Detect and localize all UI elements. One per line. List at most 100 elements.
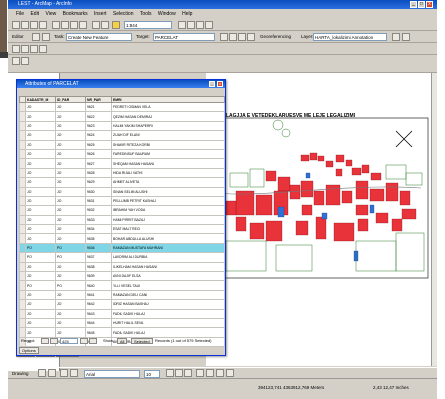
table-cell[interactable]: RAMAZAN MUSTAFA MUHRANI (111, 242, 225, 254)
table-cell[interactable]: 9627 (85, 158, 112, 169)
first-record-button[interactable] (41, 338, 49, 344)
table-cell[interactable]: JO (55, 177, 86, 188)
table-cell[interactable]: 9630 (85, 186, 112, 197)
table-cell[interactable]: 9622 (85, 111, 112, 122)
table-cell[interactable]: JO (25, 317, 56, 329)
options-button[interactable]: Options (19, 347, 39, 354)
table-cell[interactable]: JO (55, 130, 86, 141)
table-cell[interactable]: JO (55, 111, 86, 122)
table-row[interactable]: JO JO 9630 SINAN SELIM ALUSHI (19, 186, 225, 197)
table-cell[interactable]: JO (25, 111, 56, 122)
menu-bookmarks[interactable]: Bookmarks (63, 11, 88, 17)
table-row[interactable]: JO JO 9638 ILIKELHAM HASAN HASANI (19, 261, 225, 273)
dialog-minimize-button[interactable]: _ (209, 81, 215, 87)
table-cell[interactable]: JO (25, 308, 56, 320)
table-cell[interactable]: AHMET ALIVETA (111, 177, 225, 188)
table-cell[interactable]: ZIJAH DIF ELANI (111, 130, 225, 141)
font-size-combo[interactable]: 10 (144, 369, 160, 378)
menu-tools[interactable]: Tools (140, 11, 152, 17)
previous-record-button[interactable] (50, 338, 58, 344)
table-cell[interactable]: JO (55, 317, 86, 329)
table-row[interactable]: JO JO 9633 HAMI PIRRIT BAZAJ (19, 214, 225, 226)
table-cell[interactable]: 9637 (85, 252, 112, 263)
new-icon[interactable] (12, 21, 20, 29)
table-row[interactable]: JO JO 9628 HIDA RIJALI VATHI (19, 167, 225, 179)
table-cell[interactable]: JO (55, 214, 86, 226)
scale-combo[interactable]: 1:844 (124, 21, 172, 29)
edit-tool-icon[interactable] (32, 33, 40, 41)
table-cell[interactable]: IBRAHIM YAH VODA (111, 205, 225, 216)
table-cell[interactable]: JO (55, 167, 86, 179)
text-icon[interactable] (70, 369, 78, 377)
table-cell[interactable]: JO (25, 177, 56, 188)
table-cell[interactable]: 9642 (85, 299, 112, 310)
table-cell[interactable]: AVNI DAJIF ELSA (111, 271, 225, 282)
table-cell[interactable]: SHAKIR RITEZA KORBI (111, 139, 225, 150)
table-row[interactable]: JO JO 9621 FEDRETI OSMAN VELA (19, 101, 225, 113)
table-cell[interactable]: JO (25, 195, 56, 207)
table-cell[interactable]: JO (25, 158, 56, 169)
font-combo[interactable]: Arial (84, 369, 140, 378)
fill-color-icon[interactable] (206, 369, 214, 377)
menu-edit[interactable]: Edit (30, 11, 39, 17)
add-control-points-icon[interactable] (402, 33, 410, 41)
table-cell[interactable]: 9624 (85, 130, 112, 141)
rotate-tool-icon[interactable] (229, 33, 237, 41)
table-row[interactable]: JO JO 9634 ESAT MALT RECI (19, 224, 225, 235)
table-cell[interactable]: FADIL SADIK HULAJ (111, 308, 225, 320)
save-icon[interactable] (30, 21, 38, 29)
paste-icon[interactable] (70, 21, 78, 29)
table-cell[interactable]: JO (55, 120, 86, 132)
table-row[interactable]: JO JO 9632 IBRAHIM YAH VODA (19, 205, 225, 216)
rotate-icon[interactable] (392, 33, 400, 41)
table-cell[interactable]: ILIKELHAM HASAN HASANI (111, 261, 225, 273)
table-cell[interactable]: JO (25, 186, 56, 197)
table-cell[interactable]: 9633 (85, 214, 112, 226)
table-cell[interactable]: JO (55, 148, 86, 160)
table-row[interactable]: JO JO 9626 FAREDINSUF BAURAM (19, 148, 225, 160)
table-row[interactable]: JO JO 9645 FADIL SADIK HULAJ (19, 327, 225, 338)
open-icon[interactable] (21, 21, 29, 29)
table-cell[interactable]: FEDRETI OSMAN VELA (111, 101, 225, 113)
table-cell[interactable]: 9639 (85, 271, 112, 282)
table-cell[interactable]: JO (55, 299, 86, 310)
table-cell[interactable]: FADIL SADIK HULAJ (111, 327, 225, 338)
minimize-button[interactable]: _ (410, 1, 417, 8)
table-row[interactable]: PO PO 9640 YLLI VESEL TAUI (19, 280, 225, 291)
select-elements-icon[interactable] (12, 57, 20, 65)
table-cell[interactable]: JO (25, 139, 56, 150)
table-cell[interactable]: JO (25, 120, 56, 132)
table-cell[interactable]: HIDA RIJALI VATHI (111, 167, 225, 179)
delete-icon[interactable] (79, 21, 87, 29)
table-cell[interactable]: HALIM YAKIM SHAPERRI (111, 120, 225, 132)
table-row[interactable]: JO JO 9622 QEZIM HASAN DEMIRAJ (19, 111, 225, 122)
zoom-out-icon[interactable] (21, 45, 29, 53)
table-cell[interactable]: JO (25, 261, 56, 273)
table-cell[interactable]: JO (55, 158, 86, 169)
editor-toolbar-icon[interactable] (178, 21, 186, 29)
table-cell[interactable]: JO (55, 224, 86, 235)
table-row[interactable]: JO JO 9642 IDRIZ HASAN BASHAJ (19, 299, 225, 310)
menu-selection[interactable]: Selection (113, 11, 134, 17)
table-cell[interactable]: 9643 (85, 308, 112, 320)
last-record-button[interactable] (89, 338, 97, 344)
record-number-field[interactable]: 425 (60, 338, 78, 344)
help-icon[interactable] (205, 21, 213, 29)
table-cell[interactable]: JO (55, 195, 86, 207)
table-cell[interactable]: JO (55, 205, 86, 216)
table-cell[interactable]: JO (25, 148, 56, 160)
table-cell[interactable]: JO (25, 299, 56, 310)
pan-icon[interactable] (30, 45, 38, 53)
table-cell[interactable]: ESAT MALT RECI (111, 224, 225, 235)
table-row[interactable]: JO JO 9635 BOHAR ABDULLA ALUSHI (19, 233, 225, 244)
table-cell[interactable]: QEZIM HASAN DEMIRAJ (111, 111, 225, 122)
table-row[interactable]: JO JO 9631 PELLUMB PETRIT KASHAJ (19, 195, 225, 207)
table-cell[interactable]: 9632 (85, 205, 112, 216)
table-cell[interactable]: JO (25, 205, 56, 216)
table-row[interactable]: PO PO 9637 LAVDRIM ALI DURBIA (19, 252, 225, 263)
table-cell[interactable]: SHEQAM HASAN HASANI (111, 158, 225, 169)
cut-icon[interactable] (52, 21, 60, 29)
table-cell[interactable]: HURIT HALIL SEVA (111, 317, 225, 329)
table-row[interactable]: JO JO 9644 HURIT HALIL SEVA (19, 317, 225, 329)
show-selected-button[interactable]: Selected (131, 338, 153, 344)
